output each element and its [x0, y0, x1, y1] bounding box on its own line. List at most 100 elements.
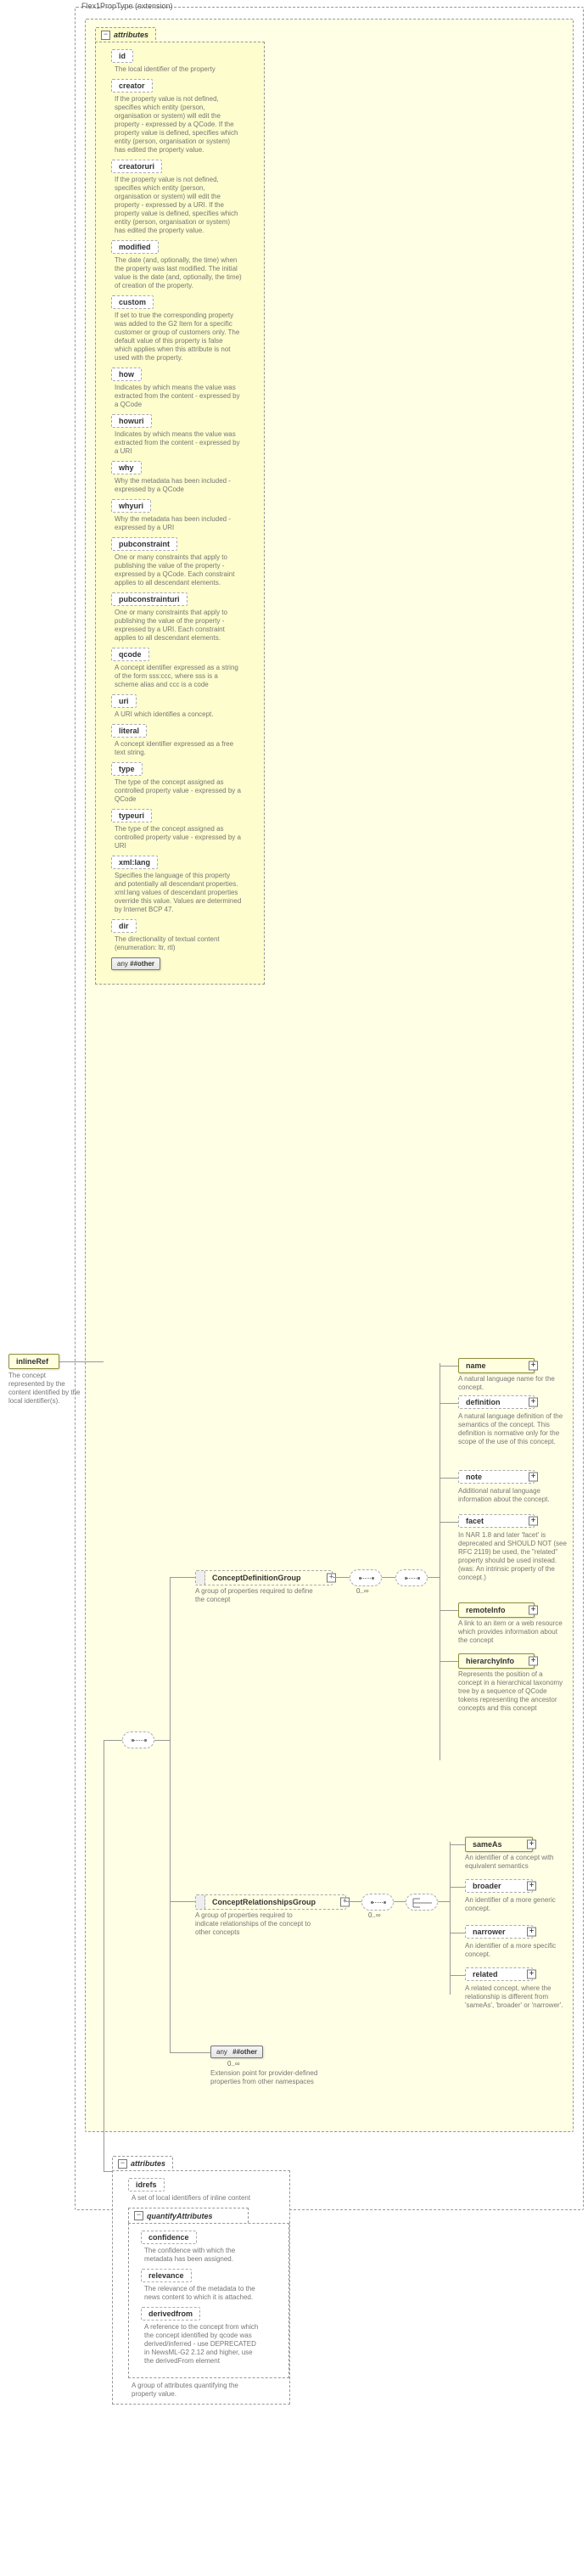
connector	[450, 1844, 465, 1845]
element-label: facet	[466, 1517, 484, 1525]
expand-icon[interactable]: +	[340, 1898, 350, 1907]
root-element-inlineref[interactable]: inlineRef	[8, 1354, 59, 1369]
attribute-name[interactable]: xml:lang	[111, 856, 158, 869]
child-element-related[interactable]: related+	[465, 1967, 533, 1981]
child-element-hierarchyinfo[interactable]: hierarchyInfo+	[458, 1653, 535, 1669]
attribute-item: creatoruriIf the property value is not d…	[111, 160, 255, 235]
element-label: narrower	[473, 1928, 506, 1936]
attribute-desc: If the property value is not defined, sp…	[115, 95, 242, 154]
child-element-narrower[interactable]: narrower +	[465, 1925, 533, 1939]
any-label: any	[216, 2048, 227, 2056]
attribute-name[interactable]: confidence	[141, 2231, 197, 2244]
attribute-desc: Specifies the language of this property …	[115, 872, 242, 914]
connector	[59, 1361, 75, 1362]
element-desc: Additional natural language information …	[458, 1487, 567, 1504]
expand-icon[interactable]: +	[527, 1928, 536, 1937]
group-desc: A group of properties required to define…	[195, 1587, 314, 1604]
attribute-name[interactable]: why	[111, 461, 142, 474]
attribute-name[interactable]: creatoruri	[111, 160, 162, 173]
attribute-name[interactable]: type	[111, 762, 143, 776]
expand-icon[interactable]: +	[327, 1574, 336, 1583]
attribute-desc: The type of the concept assigned as cont…	[115, 778, 242, 804]
expand-icon[interactable]: +	[527, 1840, 536, 1849]
element-desc: A natural language name for the concept.	[458, 1375, 567, 1392]
child-element-note[interactable]: note +	[458, 1470, 535, 1484]
expand-icon[interactable]: +	[529, 1473, 538, 1482]
expand-icon[interactable]: +	[529, 1657, 538, 1666]
child-element-name[interactable]: name+	[458, 1358, 535, 1373]
choice-compositor	[406, 1894, 438, 1911]
attributes-header-lower[interactable]: − attributes	[112, 2156, 173, 2171]
sequence-compositor	[350, 1569, 382, 1586]
collapse-icon[interactable]: −	[101, 31, 110, 40]
attribute-name[interactable]: derivedfrom	[141, 2307, 200, 2321]
element-label: definition	[466, 1398, 501, 1406]
child-element-broader[interactable]: broader +	[465, 1879, 533, 1893]
attribute-desc: The local identifier of the property	[115, 65, 242, 74]
expand-icon[interactable]: +	[529, 1517, 538, 1526]
group-concept-definition[interactable]: ConceptDefinitionGroup +	[195, 1570, 333, 1585]
expand-icon[interactable]: +	[527, 1970, 536, 1979]
attribute-desc: Indicates by which means the value was e…	[115, 430, 242, 456]
attribute-name[interactable]: typeuri	[111, 809, 152, 822]
attribute-name[interactable]: whyuri	[111, 499, 151, 513]
element-label: sameAs	[473, 1840, 502, 1849]
attribute-name[interactable]: idrefs	[128, 2178, 165, 2192]
attribute-name[interactable]: pubconstraint	[111, 537, 177, 551]
attribute-desc: The type of the concept assigned as cont…	[115, 825, 242, 850]
attribute-name[interactable]: how	[111, 368, 142, 381]
occurrence: 0..∞	[356, 1587, 369, 1595]
attribute-desc: A concept identifier expressed as a stri…	[115, 664, 242, 689]
attribute-name[interactable]: howuri	[111, 414, 152, 428]
connector	[450, 1887, 465, 1888]
attribute-item: confidence The confidence with which the …	[141, 2231, 282, 2264]
collapse-icon[interactable]: −	[118, 2159, 127, 2169]
child-element-facet[interactable]: facet +	[458, 1514, 535, 1528]
group-concept-relationships[interactable]: ConceptRelationshipsGroup +	[195, 1894, 346, 1910]
child-element-sameas[interactable]: sameAs +	[465, 1837, 533, 1852]
attribute-item: idrefs A set of local identifiers of inl…	[128, 2178, 281, 2203]
attributes-header[interactable]: − attributes	[95, 27, 156, 42]
attribute-name[interactable]: uri	[111, 694, 137, 708]
attribute-item: creator If the property value is not defi…	[111, 79, 255, 154]
expand-icon[interactable]: +	[529, 1361, 538, 1371]
group-desc: A group of properties required to indica…	[195, 1911, 314, 1937]
attribute-name[interactable]: literal	[111, 724, 147, 738]
attr-group-header[interactable]: − quantifyAttributes	[128, 2208, 249, 2223]
attribute-name[interactable]: qcode	[111, 648, 149, 661]
attribute-item: howuri Indicates by which means the value…	[111, 414, 255, 456]
element-label: remoteInfo	[466, 1606, 506, 1614]
collapse-icon[interactable]: −	[134, 2211, 143, 2220]
attribute-name[interactable]: relevance	[141, 2269, 192, 2282]
attribute-desc: Indicates by which means the value was e…	[115, 384, 242, 409]
attribute-name[interactable]: modified	[111, 240, 159, 254]
attribute-item: custom If set to true the corresponding p…	[111, 295, 255, 362]
connector	[75, 1361, 104, 1362]
element-label: note	[466, 1473, 482, 1481]
expand-icon[interactable]: +	[527, 1882, 536, 1891]
expand-icon[interactable]: +	[529, 1398, 538, 1407]
attribute-desc: A URI which identifies a concept.	[115, 710, 242, 719]
sequence-compositor	[395, 1569, 428, 1586]
attribute-name[interactable]: custom	[111, 295, 154, 309]
any-namespace: ##other	[232, 2048, 257, 2056]
expand-icon[interactable]: +	[529, 1606, 538, 1615]
attribute-item: whyWhy the metadata has been included - …	[111, 461, 255, 494]
child-element-definition[interactable]: definition +	[458, 1395, 535, 1409]
attribute-item: qcode A concept identifier expressed as a…	[111, 648, 255, 689]
attribute-item: how Indicates by which means the value wa…	[111, 368, 255, 409]
attribute-item: id The local identifier of the property	[111, 49, 255, 74]
attribute-name[interactable]: creator	[111, 79, 153, 93]
attribute-desc: If set to true the corresponding propert…	[115, 311, 242, 362]
extension-label: Flex1PropType (extension)	[81, 2, 173, 10]
connector	[346, 1901, 361, 1902]
attribute-name[interactable]: id	[111, 49, 133, 63]
attribute-desc: The confidence with which the metadata h…	[144, 2247, 263, 2264]
child-element-remoteinfo[interactable]: remoteInfo +	[458, 1602, 535, 1618]
element-label: broader	[473, 1882, 501, 1890]
attr-group-container: confidence The confidence with which the …	[128, 2223, 289, 2378]
attribute-name[interactable]: pubconstrainturi	[111, 592, 188, 606]
connector	[170, 1901, 195, 1902]
attribute-name[interactable]: dir	[111, 919, 137, 933]
attribute-item: derivedfromA reference to the concept fr…	[141, 2307, 282, 2366]
